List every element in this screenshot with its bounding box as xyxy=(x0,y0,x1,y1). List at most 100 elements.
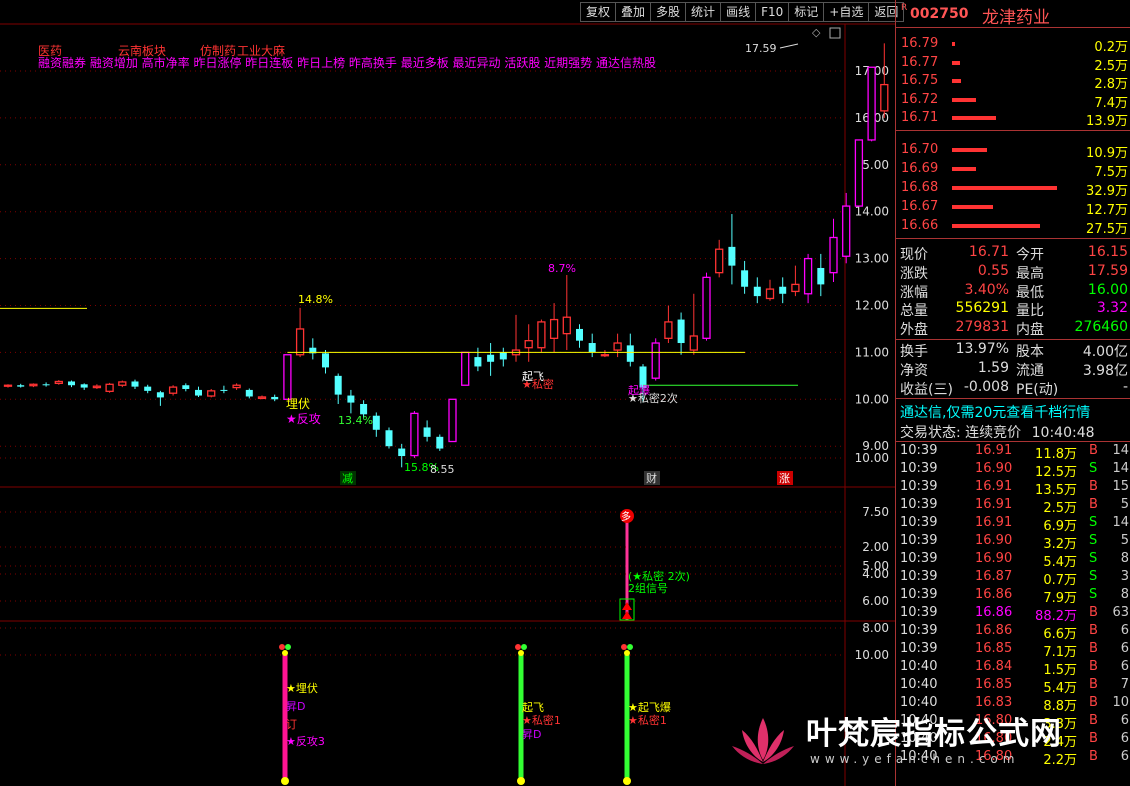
candle-down[interactable] xyxy=(322,353,329,368)
candle-down[interactable] xyxy=(398,448,406,457)
trade-pr: 16.91 xyxy=(975,515,1013,530)
candle-up[interactable] xyxy=(105,383,114,392)
concept-tags-row[interactable]: 融资融券 融资增加 高市净率 昨日涨停 昨日连板 昨日上榜 昨高换手 最近多板 … xyxy=(38,55,656,70)
candle-up[interactable] xyxy=(854,139,864,207)
candle-up[interactable] xyxy=(29,383,38,387)
candle-up[interactable] xyxy=(207,390,216,397)
candle-down[interactable] xyxy=(80,384,88,388)
candle-down[interactable] xyxy=(131,381,139,387)
candle-up[interactable] xyxy=(715,248,724,274)
candle-down[interactable] xyxy=(144,386,152,391)
candle-down[interactable] xyxy=(487,354,495,362)
trade-row: 10:39 16.90 12.5万 S 14 xyxy=(896,460,1130,480)
ask-row-1[interactable]: 16.77 2.5万 xyxy=(896,54,1130,74)
candle-up[interactable] xyxy=(448,398,457,443)
candle-up[interactable] xyxy=(537,321,546,349)
candle-up[interactable] xyxy=(842,205,851,257)
candle-up[interactable] xyxy=(702,276,711,339)
candle-up[interactable] xyxy=(118,381,127,386)
toolbar-item-7[interactable]: +自选 xyxy=(823,2,870,22)
candle-up[interactable] xyxy=(257,396,267,400)
candle-down[interactable] xyxy=(423,427,431,437)
candle-up[interactable] xyxy=(92,385,102,389)
candle-down[interactable] xyxy=(156,392,164,398)
candle-up[interactable] xyxy=(168,386,178,394)
candle-up[interactable] xyxy=(54,380,63,385)
bid-row-1[interactable]: 16.69 7.5万 xyxy=(896,160,1130,180)
bid-row-3[interactable]: 16.67 12.7万 xyxy=(896,198,1130,218)
candle-down[interactable] xyxy=(68,381,75,386)
candle-down[interactable] xyxy=(576,328,583,341)
candle-up[interactable] xyxy=(664,321,673,339)
toolbar-item-4[interactable]: 画线 xyxy=(720,2,757,22)
candle-down[interactable] xyxy=(436,436,444,449)
candle-up[interactable] xyxy=(524,340,533,349)
ball-icon xyxy=(282,650,288,656)
candle-down[interactable] xyxy=(195,389,202,396)
candle-down[interactable] xyxy=(385,430,393,447)
candle-up[interactable] xyxy=(791,283,800,293)
candle-up[interactable] xyxy=(867,66,876,141)
candle-up[interactable] xyxy=(3,384,13,387)
toolbar-item-0[interactable]: 复权 xyxy=(580,2,617,22)
kline-chart-area[interactable]: ◇17.0016.0015.0014.0013.0012.0011.0010.0… xyxy=(0,0,895,786)
candle-up[interactable] xyxy=(232,384,241,389)
candle-down[interactable] xyxy=(741,270,749,287)
ask-row-3[interactable]: 16.72 7.4万 xyxy=(896,91,1130,111)
candle-down[interactable] xyxy=(728,246,736,266)
toolbar-item-6[interactable]: 标记 xyxy=(788,2,825,22)
candle-up[interactable] xyxy=(689,335,698,351)
candle-down[interactable] xyxy=(677,319,685,344)
bid-row-2[interactable]: 16.68 32.9万 xyxy=(896,179,1130,199)
trade-bs: B xyxy=(1089,479,1098,494)
candle-down[interactable] xyxy=(334,375,342,395)
candle-up[interactable] xyxy=(461,351,470,386)
candle-up[interactable] xyxy=(562,316,571,335)
diamond-icon[interactable]: ◇ xyxy=(812,26,821,39)
toolbar-item-2[interactable]: 多股 xyxy=(650,2,687,22)
pane-toggle-icon[interactable] xyxy=(829,27,841,39)
candle-up[interactable] xyxy=(613,342,622,351)
candle-down[interactable] xyxy=(271,396,279,400)
candle-up[interactable] xyxy=(295,328,305,356)
event-tag[interactable]: 减 xyxy=(342,472,353,485)
candle-down[interactable] xyxy=(360,403,368,415)
stock-name[interactable]: 龙津药业 xyxy=(982,3,1050,28)
toolbar-item-5[interactable]: F10 xyxy=(755,2,790,22)
candle-up[interactable] xyxy=(283,354,292,400)
candle-down[interactable] xyxy=(347,395,355,403)
candle-up[interactable] xyxy=(829,236,838,274)
candle-down[interactable] xyxy=(626,345,634,362)
candle-down[interactable] xyxy=(499,352,507,360)
candle-down[interactable] xyxy=(220,389,228,391)
bid-volume: 32.9万 xyxy=(1086,184,1128,199)
ask-row-0[interactable]: 16.79 0.2万 xyxy=(896,35,1130,55)
candle-down[interactable] xyxy=(17,385,25,387)
candle-down[interactable] xyxy=(245,389,253,397)
candle-up[interactable] xyxy=(651,342,660,379)
candle-down[interactable] xyxy=(817,267,825,285)
toolbar-item-3[interactable]: 统计 xyxy=(685,2,722,22)
candle-down[interactable] xyxy=(372,415,380,430)
candle-down[interactable] xyxy=(474,357,482,367)
stock-code[interactable]: 002750 xyxy=(910,6,968,22)
level2-notice[interactable]: 通达信,仅需20元查看千档行情 xyxy=(900,402,1090,422)
candle-down[interactable] xyxy=(779,286,787,294)
candle-up[interactable] xyxy=(880,83,889,112)
candle-up[interactable] xyxy=(600,354,610,357)
event-tag[interactable]: 财 xyxy=(646,471,657,485)
candle-down[interactable] xyxy=(42,384,50,386)
candle-down[interactable] xyxy=(588,343,596,353)
bid-row-4[interactable]: 16.66 27.5万 xyxy=(896,217,1130,237)
candle-up[interactable] xyxy=(803,257,813,295)
ask-row-4[interactable]: 16.71 13.9万 xyxy=(896,109,1130,129)
candle-down[interactable] xyxy=(753,286,761,297)
candle-up[interactable] xyxy=(549,318,559,339)
toolbar-item-1[interactable]: 叠加 xyxy=(615,2,652,22)
event-tag[interactable]: 涨 xyxy=(779,472,790,485)
ask-row-2[interactable]: 16.75 2.8万 xyxy=(896,72,1130,92)
candle-up[interactable] xyxy=(410,412,419,457)
candle-up[interactable] xyxy=(765,288,775,300)
candle-down[interactable] xyxy=(182,385,190,389)
bid-row-0[interactable]: 16.70 10.9万 xyxy=(896,141,1130,161)
